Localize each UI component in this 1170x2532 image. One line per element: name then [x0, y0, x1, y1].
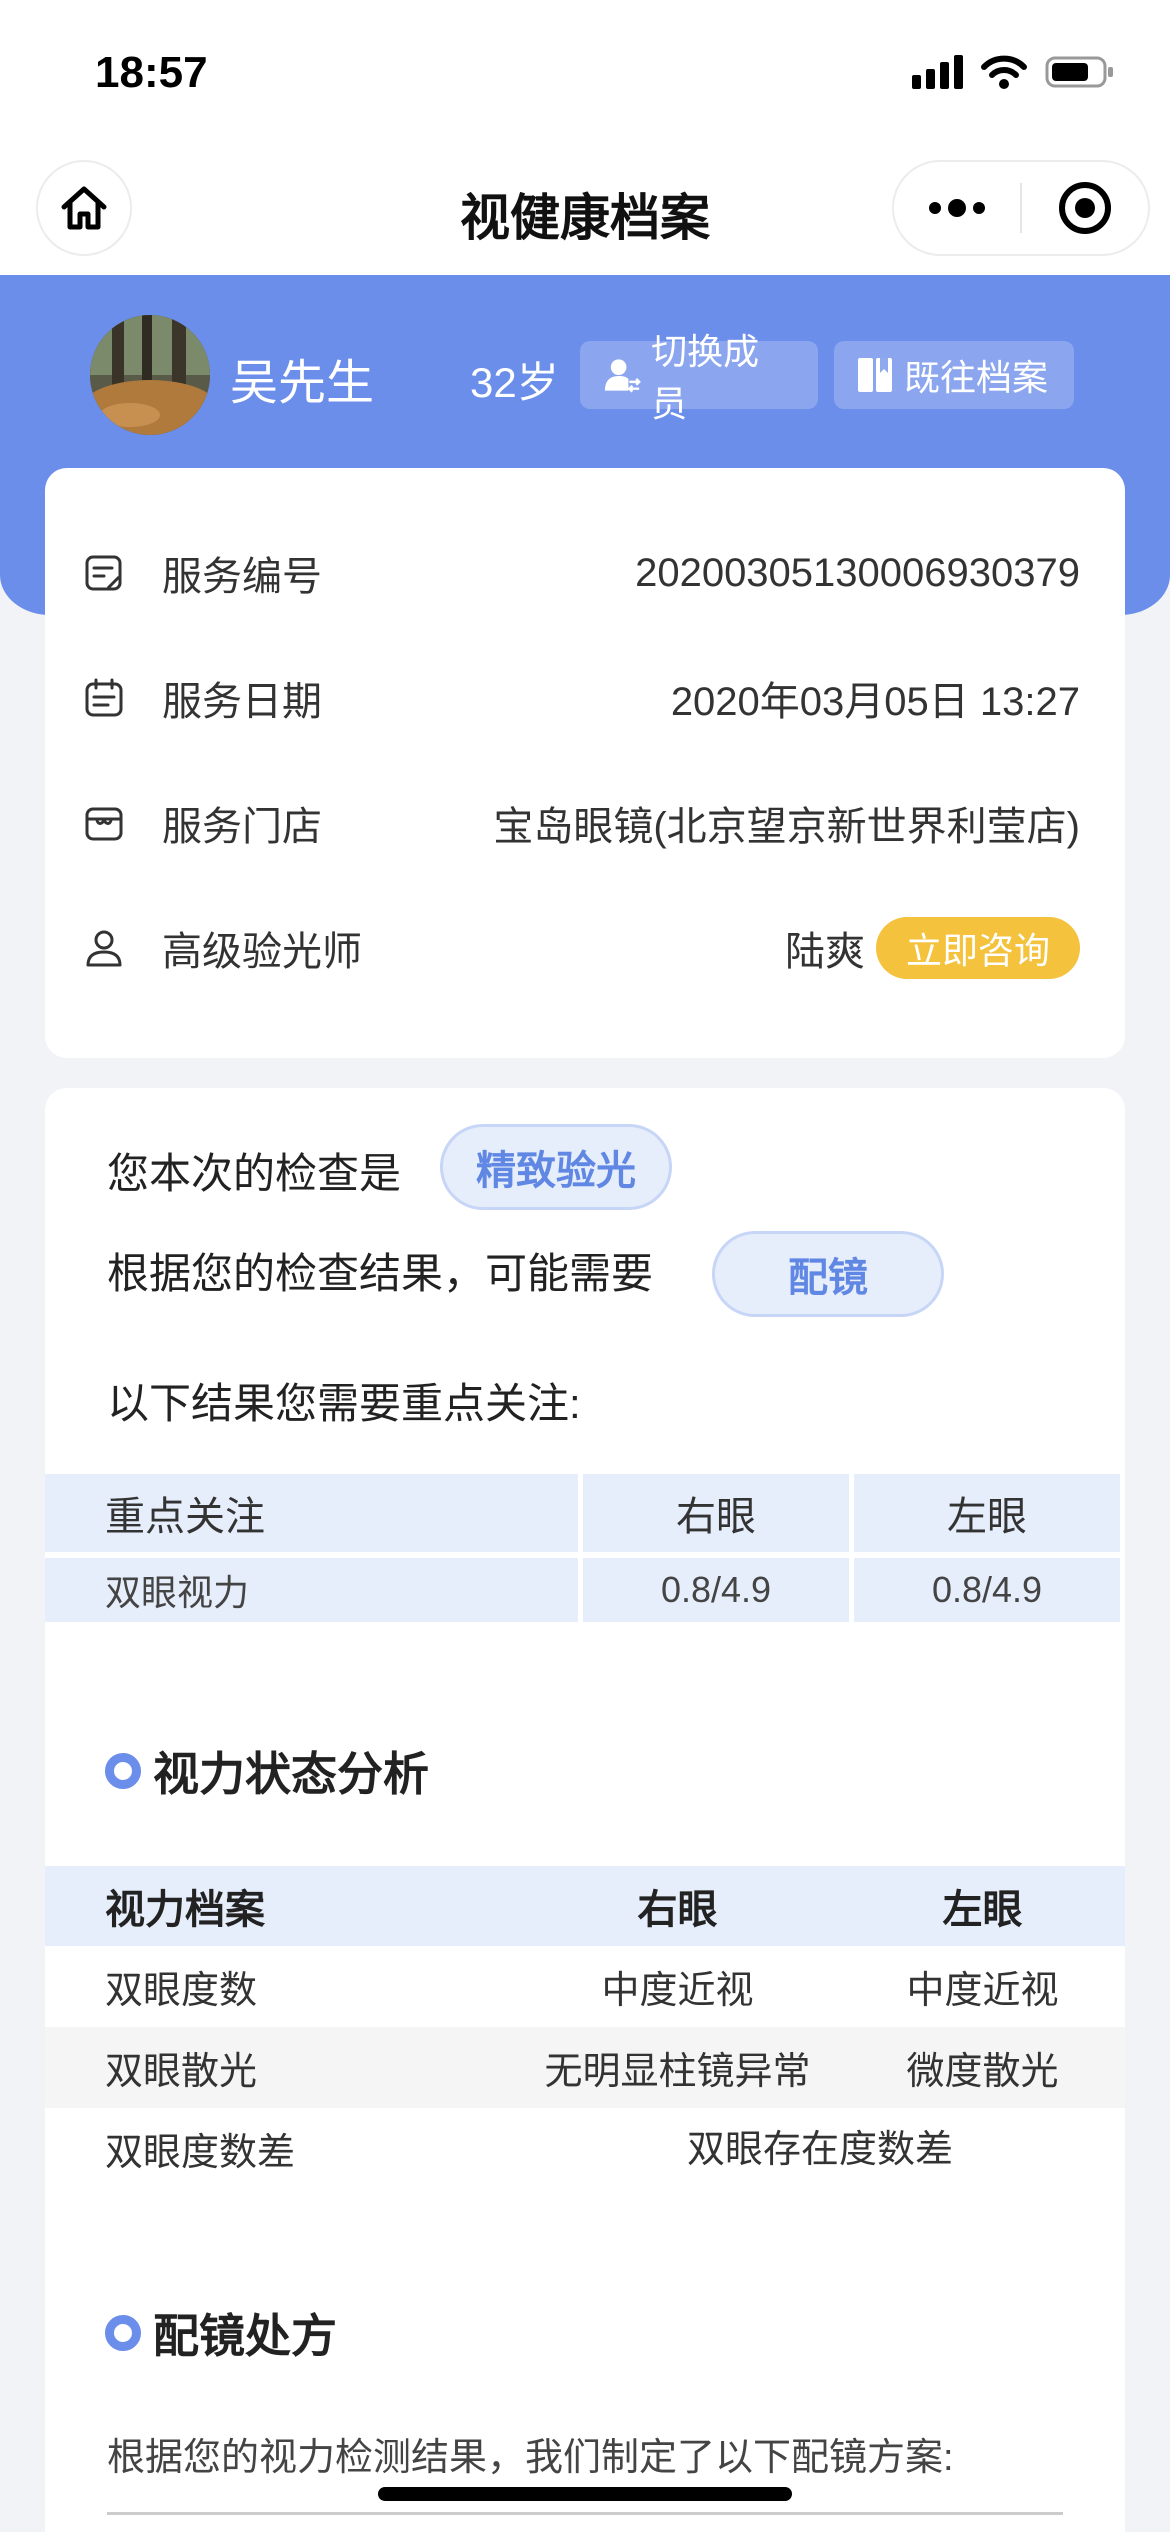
circle-bullet-icon [105, 1753, 141, 1789]
signal-icon [912, 55, 963, 89]
focus-right-eye-value: 0.8/4.9 [583, 1558, 849, 1622]
focus-item-name: 双眼视力 [45, 1558, 578, 1622]
service-info-card: 服务编号 20200305130006930379 服务日期 2020年03月0… [45, 468, 1125, 1058]
history-records-button[interactable]: 既往档案 [834, 341, 1074, 409]
table-row: 双眼度数 中度近视 中度近视 [45, 1946, 1125, 2027]
vision-right-eye-value: 无明显柱镜异常 [544, 2051, 811, 2093]
service-number-row: 服务编号 20200305130006930379 [45, 523, 1125, 623]
result-card: 您本次的检查是 精致验光 根据您的检查结果，可能需要 配镜 以下结果您需要重点关… [45, 1088, 1125, 2532]
circle-bullet-icon [105, 2315, 141, 2351]
prescription-title-text: 配镜处方 [153, 2310, 337, 2362]
optometrist-name: 陆爽 [785, 930, 865, 974]
optometrist-row: 高级验光师 陆爽 立即咨询 [45, 898, 1125, 998]
calendar-icon [85, 678, 123, 717]
nav-bar: 视健康档案 [0, 150, 1170, 275]
switch-member-button[interactable]: 切换成员 [580, 331, 818, 424]
switch-member-label: 切换成员 [651, 331, 760, 424]
more-icon [929, 199, 985, 217]
switch-user-icon [604, 359, 641, 393]
status-bar: 18:57 [0, 0, 1170, 150]
vision-left-eye-value: 微度散光 [906, 2051, 1059, 2093]
focus-header-right-eye: 右眼 [583, 1474, 849, 1552]
service-date-label: 服务日期 [162, 680, 322, 724]
vision-header-left-eye: 左眼 [942, 1888, 1023, 1932]
vision-table-header: 视力档案 右眼 左眼 [45, 1866, 1125, 1946]
vision-header-right-eye: 右眼 [637, 1888, 718, 1932]
prescription-intro: 根据您的视力检测结果，我们制定了以下配镜方案: [107, 2437, 954, 2479]
vision-item-name: 双眼度数 [105, 1970, 258, 2012]
divider [107, 2512, 1063, 2515]
service-store-value: 宝岛眼镜(北京望京新世界利莹店) [493, 805, 1080, 849]
vision-header-item: 视力档案 [105, 1888, 265, 1932]
focus-table-header: 重点关注 右眼 左眼 [45, 1474, 1125, 1552]
table-row: 双眼度数差 双眼存在度数差 [45, 2108, 1125, 2189]
focus-intro-text: 以下结果您需要重点关注: [107, 1380, 581, 1427]
table-row: 双眼视力 0.8/4.9 0.8/4.9 [45, 1558, 1125, 1622]
service-number-label: 服务编号 [162, 555, 322, 599]
book-icon [858, 358, 892, 392]
vision-diff-value: 双眼存在度数差 [686, 2129, 953, 2171]
exam-type-badge: 精致验光 [440, 1124, 672, 1210]
table-row: 双眼散光 无明显柱镜异常 微度散光 [45, 2027, 1125, 2108]
person-icon [86, 930, 122, 967]
service-number-value: 20200305130006930379 [635, 550, 1080, 595]
focus-header-item: 重点关注 [45, 1474, 578, 1552]
service-store-label: 服务门店 [162, 805, 322, 849]
vision-item-name: 双眼散光 [105, 2051, 258, 2093]
history-records-label: 既往档案 [904, 357, 1049, 398]
memo-icon [85, 555, 122, 591]
focus-header-left-eye: 左眼 [854, 1474, 1120, 1552]
wifi-icon [981, 55, 1027, 89]
vision-analysis-title-text: 视力状态分析 [153, 1748, 429, 1800]
focus-left-eye-value: 0.8/4.9 [854, 1558, 1120, 1622]
store-icon [85, 807, 123, 841]
need-prefix-text: 根据您的检查结果，可能需要 [107, 1250, 654, 1297]
more-button[interactable] [894, 162, 1020, 254]
target-close-icon [1059, 182, 1111, 234]
close-button[interactable] [1022, 162, 1148, 254]
vision-analysis-title: 视力状态分析 [105, 1738, 429, 1804]
consult-now-button[interactable]: 立即咨询 [876, 917, 1080, 979]
focus-table: 重点关注 右眼 左眼 双眼视力 0.8/4.9 0.8/4.9 [45, 1474, 1125, 1628]
vision-diff-label: 双眼度数差 [105, 2132, 296, 2174]
user-name: 吴先生 [230, 357, 375, 410]
battery-icon [1045, 55, 1115, 89]
service-date-row: 服务日期 2020年03月05日 13:27 [45, 648, 1125, 748]
service-store-row: 服务门店 宝岛眼镜(北京望京新世界利莹店) [45, 773, 1125, 873]
user-age: 32岁 [470, 359, 559, 406]
vision-analysis-table: 视力档案 右眼 左眼 双眼度数 中度近视 中度近视 双眼散光 无明显柱镜异常 微… [45, 1866, 1125, 2189]
status-icons [912, 55, 1115, 89]
avatar[interactable] [90, 315, 210, 435]
prescription-title: 配镜处方 [105, 2300, 337, 2366]
exam-prefix-text: 您本次的检查是 [107, 1150, 402, 1197]
vision-right-eye-value: 中度近视 [601, 1970, 754, 2012]
optometrist-label: 高级验光师 [162, 930, 362, 974]
capsule-menu [892, 160, 1150, 256]
status-time: 18:57 [95, 48, 208, 97]
service-date-value: 2020年03月05日 13:27 [670, 680, 1080, 724]
vision-left-eye-value: 中度近视 [906, 1970, 1059, 2012]
need-glasses-badge[interactable]: 配镜 [712, 1231, 944, 1317]
home-indicator [378, 2487, 792, 2501]
